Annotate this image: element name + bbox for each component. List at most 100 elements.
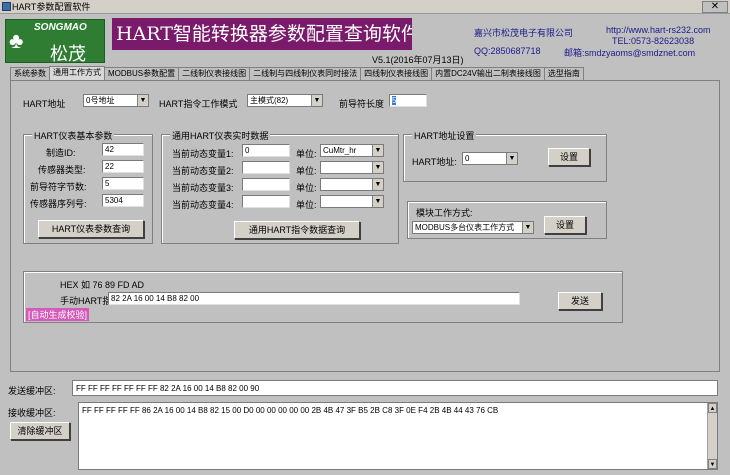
preamble-value: 5 (392, 96, 397, 105)
cmd-mode-value: 主模式(82) (250, 96, 289, 105)
recv-buffer-text: FF FF FF FF FF 86 2A 16 00 14 B8 82 15 0… (82, 406, 499, 415)
var3-value[interactable] (242, 178, 290, 191)
var-label: 当前动态变量2: (172, 166, 234, 176)
field-label: 传感器类型: (38, 165, 86, 175)
manufacturer-id-input[interactable]: 42 (102, 143, 144, 156)
preamble-label: 前导符长度 (339, 99, 385, 109)
manual-cmd-input[interactable]: 82 2A 16 00 14 B8 82 00 (108, 292, 520, 305)
hart-addr-select[interactable]: 0号地址 ▼ (83, 94, 149, 107)
module-mode-group: 模块工作方式: MODBUS多台仪表工作方式 ▼ 设置 (407, 201, 607, 239)
var1-unit-value: CuMtr_hr (323, 146, 357, 155)
hart-addr-settings-select[interactable]: 0 ▼ (462, 152, 518, 165)
close-button[interactable]: ✕ (702, 1, 728, 13)
tab-two-wire-diagram[interactable]: 二线制仪表接线图 (178, 67, 251, 80)
tree-icon: ♣ (9, 28, 24, 53)
chevron-down-icon[interactable]: ▼ (372, 196, 383, 207)
cmd-mode-select[interactable]: 主模式(82) ▼ (247, 94, 323, 107)
app-icon (2, 2, 11, 11)
hart-param-query-button[interactable]: HART仪表参数查询 (38, 220, 144, 238)
cmd-mode-label: HART指令工作模式 (159, 99, 238, 109)
var2-unit-select[interactable]: ▼ (320, 161, 384, 174)
module-mode-set-button[interactable]: 设置 (544, 216, 586, 234)
var4-value[interactable] (242, 195, 290, 208)
tab-dc24v-diagram[interactable]: 内置DC24V输出二制表接线图 (431, 67, 545, 80)
clear-buffer-button[interactable]: 清除缓冲区 (10, 422, 70, 440)
send-buffer-label: 发送缓冲区: (8, 386, 56, 396)
tab-strip: 系统参数 通用工作方式 MODBUS参数配置 二线制仪表接线图 二线制与四线制仪… (10, 66, 584, 80)
preamble-bytes-input[interactable]: 5 (102, 177, 144, 190)
basic-params-title: HART仪表基本参数 (32, 129, 115, 142)
var-label: 当前动态变量3: (172, 183, 234, 193)
tel-label: TEL:0573-82623038 (612, 36, 695, 46)
unit-label: 单位: (296, 149, 317, 159)
chevron-down-icon[interactable]: ▼ (311, 95, 322, 106)
recv-buffer-label: 接收缓冲区: (8, 408, 56, 418)
hart-addr-value: 0号地址 (86, 96, 115, 105)
module-mode-value: MODBUS多台仪表工作方式 (415, 223, 515, 232)
company-name: 嘉兴市松茂电子有限公司 (474, 28, 574, 38)
chevron-down-icon[interactable]: ▼ (372, 179, 383, 190)
tab-panel: HART地址 0号地址 ▼ HART指令工作模式 主模式(82) ▼ 前导符长度… (10, 80, 720, 372)
general-cmd-query-button[interactable]: 通用HART指令数据查询 (234, 221, 360, 239)
company-logo: ♣ SONGMAO 松茂 (5, 19, 105, 65)
field-label: 前导符字节数: (30, 182, 87, 192)
chevron-down-icon[interactable]: ▼ (372, 162, 383, 173)
send-button[interactable]: 发送 (558, 292, 602, 310)
qq-label: QQ:2850687718 (474, 46, 541, 56)
unit-label: 单位: (296, 183, 317, 193)
chevron-down-icon[interactable]: ▼ (506, 153, 517, 164)
unit-label: 单位: (296, 200, 317, 210)
recv-scrollbar[interactable]: ▲ ▼ (707, 403, 717, 469)
tab-general-mode[interactable]: 通用工作方式 (49, 66, 105, 80)
chevron-down-icon[interactable]: ▼ (522, 222, 533, 233)
var1-value[interactable]: 0 (242, 144, 290, 157)
chevron-down-icon[interactable]: ▼ (137, 95, 148, 106)
preamble-input[interactable]: 5 (389, 94, 427, 107)
recv-buffer-field[interactable]: FF FF FF FF FF 86 2A 16 00 14 B8 82 15 0… (78, 402, 718, 470)
realtime-data-title: 通用HART仪表实时数据 (170, 129, 271, 142)
tab-system-params[interactable]: 系统参数 (10, 67, 50, 80)
hart-addr-label: HART地址 (23, 99, 66, 109)
hart-addr-settings-value: 0 (465, 154, 470, 163)
tab-two-four-wire[interactable]: 二线制与四线制仪表同时接法 (249, 67, 362, 80)
var-label: 当前动态变量4: (172, 200, 234, 210)
var4-unit-select[interactable]: ▼ (320, 195, 384, 208)
basic-params-group: HART仪表基本参数 制造ID: 42 传感器类型: 22 前导符字节数: 5 … (23, 129, 153, 244)
var3-unit-select[interactable]: ▼ (320, 178, 384, 191)
hart-addr-settings-label: HART地址: (412, 157, 457, 167)
field-label: 传感器序列号: (30, 199, 87, 209)
scroll-up-icon[interactable]: ▲ (708, 403, 717, 413)
tab-modbus-config[interactable]: MODBUS参数配置 (104, 67, 180, 80)
tab-selection-guide[interactable]: 选型指南 (543, 67, 584, 80)
realtime-data-group: 通用HART仪表实时数据 当前动态变量1: 0 单位: CuMtr_hr ▼ 当前… (161, 129, 399, 244)
sensor-serial-input[interactable]: 5304 (102, 194, 144, 207)
sensor-type-input[interactable]: 22 (102, 160, 144, 173)
chevron-down-icon[interactable]: ▼ (372, 145, 383, 156)
logo-brand: SONGMAO (34, 22, 87, 33)
manual-cmd-group: HEX 如 76 89 FD AD 手动HART指令 82 2A 16 00 1… (23, 271, 623, 323)
var-label: 当前动态变量1: (172, 149, 234, 159)
header: ♣ SONGMAO 松茂 HART智能转换器参数配置查询软件 V5.1(2016… (0, 15, 730, 65)
field-label: 制造ID: (46, 148, 76, 158)
window-title: HART参数配置软件 (12, 2, 91, 12)
hart-addr-set-button[interactable]: 设置 (548, 148, 590, 166)
hart-addr-settings-group: HART地址设置 HART地址: 0 ▼ 设置 (403, 129, 607, 182)
title-bar: HART参数配置软件 ✕ (0, 0, 730, 14)
hart-addr-settings-title: HART地址设置 (412, 129, 477, 142)
main-window: HART参数配置软件 ✕ ♣ SONGMAO 松茂 HART智能转换器参数配置查… (0, 0, 730, 475)
module-mode-title: 模块工作方式: (414, 206, 475, 219)
logo-cn: 松茂 (50, 44, 86, 65)
var1-unit-select[interactable]: CuMtr_hr ▼ (320, 144, 384, 157)
email-label: 邮箱:smdzyaoms@smdznet.com (564, 48, 696, 58)
hex-hint: HEX 如 76 89 FD AD (60, 280, 145, 290)
app-title: HART智能转换器参数配置查询软件 (112, 18, 412, 50)
auto-checksum-label: [自动生成校验] (26, 308, 90, 321)
version-label: V5.1(2016年07月13日) (372, 55, 464, 65)
tab-four-wire-diagram[interactable]: 四线制仪表接线图 (360, 67, 433, 80)
scroll-down-icon[interactable]: ▼ (708, 459, 717, 469)
send-buffer-field[interactable]: FF FF FF FF FF FF FF 82 2A 16 00 14 B8 8… (72, 380, 718, 396)
website-link[interactable]: http://www.hart-rs232.com (606, 25, 711, 35)
module-mode-select[interactable]: MODBUS多台仪表工作方式 ▼ (412, 221, 534, 234)
var2-value[interactable] (242, 161, 290, 174)
unit-label: 单位: (296, 166, 317, 176)
